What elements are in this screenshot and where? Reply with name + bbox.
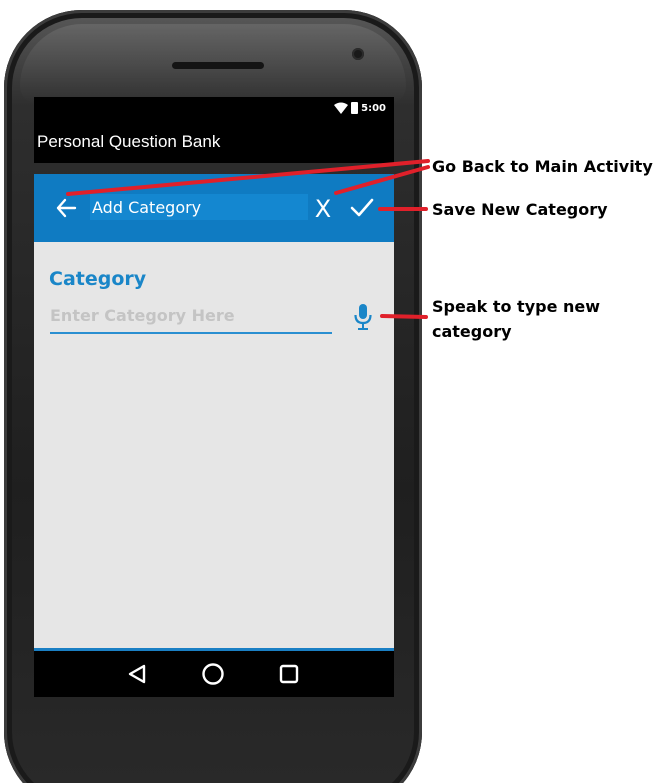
wifi-icon — [334, 102, 349, 114]
home-circle-icon — [202, 663, 224, 685]
category-input[interactable] — [50, 298, 332, 334]
arrow-left-icon — [56, 198, 77, 218]
action-bar: Add Category X — [34, 174, 394, 242]
battery-icon — [351, 102, 359, 114]
status-bar: 5:00 — [34, 97, 394, 123]
earpiece-speaker — [172, 62, 264, 69]
nav-home-button[interactable] — [200, 661, 226, 687]
app-title-bar: Personal Question Bank — [34, 123, 394, 163]
back-button[interactable] — [52, 194, 80, 222]
action-title-container: Add Category — [90, 194, 308, 220]
category-label: Category — [49, 268, 147, 290]
annotation-go-back: Go Back to Main Activity — [432, 157, 653, 176]
screenshot-stage: 5:00 Personal Question Bank Add Category… — [0, 0, 664, 783]
front-camera — [352, 48, 364, 60]
annotation-save-new: Save New Category — [432, 200, 608, 219]
microphone-icon — [354, 304, 372, 330]
annotation-speak-line1: Speak to type new — [432, 297, 601, 316]
status-icons: 5:00 — [334, 102, 386, 114]
status-time: 5:00 — [361, 102, 386, 114]
app-title: Personal Question Bank — [37, 132, 221, 151]
microphone-button[interactable] — [352, 302, 374, 332]
nav-recents-button[interactable] — [276, 661, 302, 687]
navigation-bar — [34, 651, 394, 697]
annotation-speak-line2: category — [432, 322, 512, 341]
content-area: Category — [34, 242, 394, 651]
action-bar-title: Add Category — [92, 198, 202, 217]
nav-back-button[interactable] — [124, 661, 150, 687]
cancel-button[interactable]: X — [312, 193, 334, 225]
back-triangle-icon — [128, 664, 146, 684]
checkmark-icon — [350, 198, 374, 217]
recents-square-icon — [279, 664, 299, 684]
save-button[interactable] — [348, 194, 376, 222]
